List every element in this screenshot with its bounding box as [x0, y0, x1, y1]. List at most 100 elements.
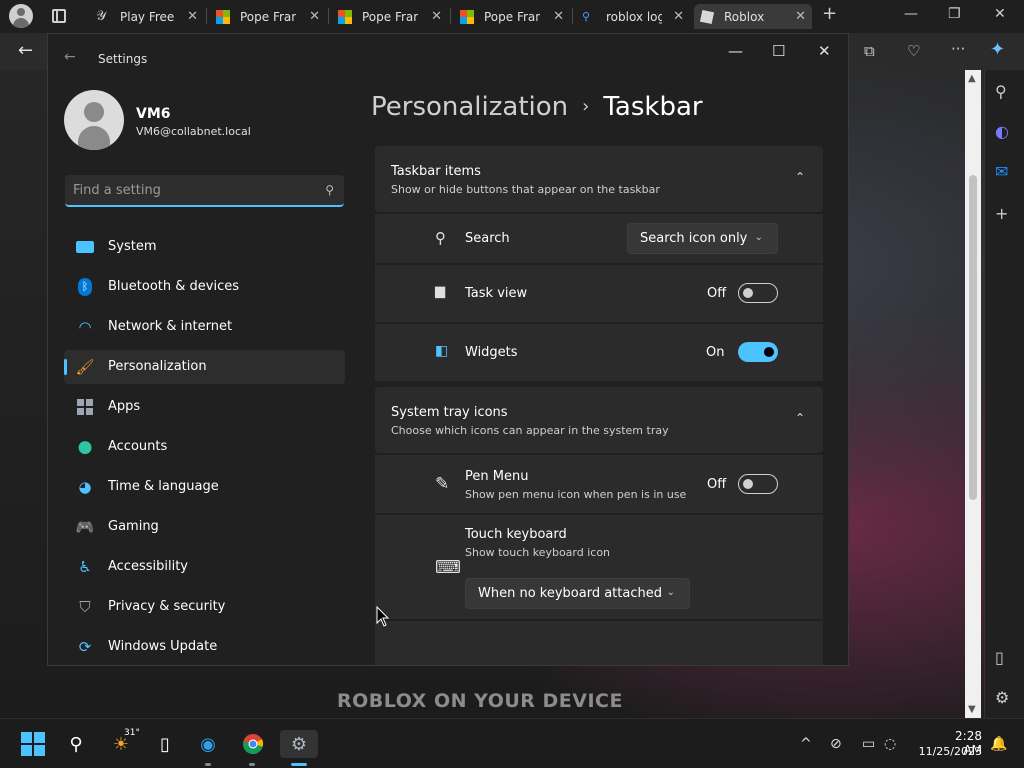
file-icon[interactable]: ▯ — [151, 730, 179, 758]
sidebar-item-apps[interactable]: Apps — [64, 390, 345, 424]
sidebar-item-personalization[interactable]: 🖌 Personalization — [64, 350, 345, 384]
chevron-up-icon[interactable]: ⌃ — [795, 170, 805, 184]
tab-separator — [572, 8, 573, 24]
chevron-up-icon[interactable]: ⌃ — [795, 411, 805, 425]
pen-menu-state: Off — [707, 477, 727, 492]
sword-icon: 𝒴 — [96, 8, 107, 24]
clock-date[interactable]: 11/25/2023 — [914, 745, 982, 758]
page-scrollbar[interactable]: ▲ ▼ — [965, 70, 981, 718]
touch-keyboard-dropdown[interactable]: When no keyboard attached ⌄ — [465, 578, 690, 609]
find-setting-input[interactable] — [73, 181, 303, 199]
outlook-icon[interactable]: ✉ — [995, 162, 1008, 181]
search-icon: ⚲ — [435, 229, 446, 247]
system-tray-header[interactable]: System tray icons Choose which icons can… — [375, 387, 823, 453]
sidebar-item-accounts[interactable]: ● Accounts — [64, 430, 345, 464]
mouse-cursor-icon — [376, 606, 390, 627]
close-tab-icon[interactable]: ✕ — [187, 9, 198, 24]
sidebar-item-windows-update[interactable]: ⟳ Windows Update — [64, 630, 345, 664]
touch-keyboard-subtitle: Show touch keyboard icon — [465, 546, 611, 559]
new-tab-button[interactable]: + — [822, 3, 837, 24]
add-sidebar-app-icon[interactable]: + — [995, 204, 1008, 223]
health-icon[interactable]: ♡ — [907, 42, 920, 60]
notification-bell-icon[interactable]: 🔔 — [990, 736, 1007, 752]
task-view-row: ▆ Task view Off — [375, 265, 823, 322]
search-mode-dropdown[interactable]: Search icon only ⌄ — [627, 223, 778, 254]
scroll-thumb[interactable] — [969, 175, 977, 500]
search-icon: ⚲ — [325, 183, 334, 197]
keyboard-icon: ⌨ — [435, 557, 461, 578]
settings-search-box[interactable]: ⚲ — [65, 175, 344, 207]
monitor-icon — [76, 238, 94, 256]
collections-icon[interactable]: ⧉ — [864, 42, 875, 60]
sidebar-item-network[interactable]: ◠ Network & internet — [64, 310, 345, 344]
web-banner-text: ROBLOX ON YOUR DEVICE — [337, 690, 623, 712]
browser-tab-play-free[interactable]: 𝒴 Play Free G ✕ — [90, 4, 204, 29]
sidebar-settings-icon[interactable]: ⚙ — [995, 688, 1009, 707]
close-tab-icon[interactable]: ✕ — [431, 9, 442, 24]
microsoft-icon — [460, 9, 474, 24]
settings-minimize-button[interactable]: — — [728, 42, 743, 60]
settings-taskbar-icon[interactable]: ⚙ — [280, 730, 318, 758]
edge-icon[interactable]: ◉ — [194, 730, 222, 758]
browser-tab-pope-2[interactable]: Pope Franc ✕ — [332, 4, 448, 29]
close-tab-icon[interactable]: ✕ — [673, 9, 684, 24]
taskbar-items-header[interactable]: Taskbar items Show or hide buttons that … — [375, 146, 823, 212]
scroll-up-icon[interactable]: ▲ — [968, 73, 976, 84]
browser-minimize-button[interactable]: — — [904, 6, 918, 22]
widgets-row: ◧ Widgets On — [375, 324, 823, 381]
pen-icon: ✎ — [435, 474, 450, 494]
volume-icon[interactable]: ◌ — [884, 736, 896, 752]
sidebar-item-privacy[interactable]: ⛉ Privacy & security — [64, 590, 345, 624]
chrome-icon[interactable] — [239, 730, 267, 758]
settings-close-button[interactable]: ✕ — [818, 42, 831, 60]
sidebar-item-accessibility[interactable]: ♿ Accessibility — [64, 550, 345, 584]
more-menu-icon[interactable]: ··· — [951, 40, 965, 58]
microsoft-icon — [338, 9, 352, 24]
search-icon[interactable]: ⚲ — [995, 82, 1007, 101]
user-name: VM6 — [136, 106, 171, 122]
sidebar-item-system[interactable]: System — [64, 230, 345, 264]
tray-overflow-icon[interactable]: ^ — [800, 736, 812, 752]
close-tab-icon[interactable]: ✕ — [795, 9, 806, 24]
network-icon[interactable]: ⊘ — [830, 736, 842, 752]
vertical-tabs-icon[interactable] — [52, 9, 66, 23]
sidebar-item-time-language[interactable]: ◕ Time & language — [64, 470, 345, 504]
browser-back-button[interactable]: ← — [18, 40, 33, 61]
shield-icon: ⛉ — [79, 598, 91, 616]
breadcrumb-separator: › — [582, 96, 590, 117]
chevron-down-icon: ⌄ — [754, 232, 763, 243]
scroll-down-icon[interactable]: ▼ — [968, 704, 976, 715]
copilot-sidebar-icon[interactable]: ◐ — [995, 122, 1009, 141]
taskbar-search-icon[interactable]: ⚲ — [62, 730, 90, 758]
gamepad-icon: 🎮 — [75, 518, 95, 536]
pen-menu-toggle[interactable] — [738, 474, 778, 494]
sidebar-item-gaming[interactable]: 🎮 Gaming — [64, 510, 345, 544]
pen-menu-row: ✎ Pen Menu Show pen menu icon when pen i… — [375, 455, 823, 513]
apps-icon — [76, 398, 94, 416]
settings-maximize-button[interactable]: ☐ — [772, 42, 785, 60]
sidebar-panel-icon[interactable]: ▯ — [995, 648, 1004, 667]
widgets-toggle[interactable] — [738, 342, 778, 362]
browser-tab-pope-3[interactable]: Pope Franc ✕ — [454, 4, 570, 29]
browser-close-button[interactable]: ✕ — [994, 6, 1006, 22]
copilot-icon[interactable]: ✦ — [990, 39, 1005, 60]
start-button[interactable] — [19, 730, 47, 758]
browser-profile-icon[interactable] — [9, 4, 33, 28]
browser-restore-button[interactable]: ❐ — [948, 6, 961, 22]
task-view-toggle[interactable] — [738, 283, 778, 303]
browser-tab-roblox[interactable]: Roblox ✕ — [694, 4, 812, 29]
browser-tab-strip: 𝒴 Play Free G ✕ Pope Franc ✕ Pope Franc … — [0, 0, 1024, 33]
settings-back-button[interactable]: ← — [64, 49, 76, 65]
display-icon[interactable]: ▭ — [862, 736, 875, 752]
browser-tab-roblox-login[interactable]: ⚲ roblox log ✕ — [576, 4, 690, 29]
close-tab-icon[interactable]: ✕ — [553, 9, 564, 24]
edge-sidebar: ⚲ ◐ ✉ + ▯ ⚙ — [984, 70, 1024, 718]
close-tab-icon[interactable]: ✕ — [309, 9, 320, 24]
next-setting-row — [375, 621, 823, 665]
sidebar-item-bluetooth[interactable]: ᛒ Bluetooth & devices — [64, 270, 345, 304]
breadcrumb-parent[interactable]: Personalization — [371, 92, 568, 122]
browser-tab-pope-1[interactable]: Pope Franc ✕ — [210, 4, 326, 29]
avatar[interactable] — [64, 90, 124, 150]
windows-logo-icon — [21, 732, 45, 756]
person-icon: ● — [77, 437, 93, 457]
